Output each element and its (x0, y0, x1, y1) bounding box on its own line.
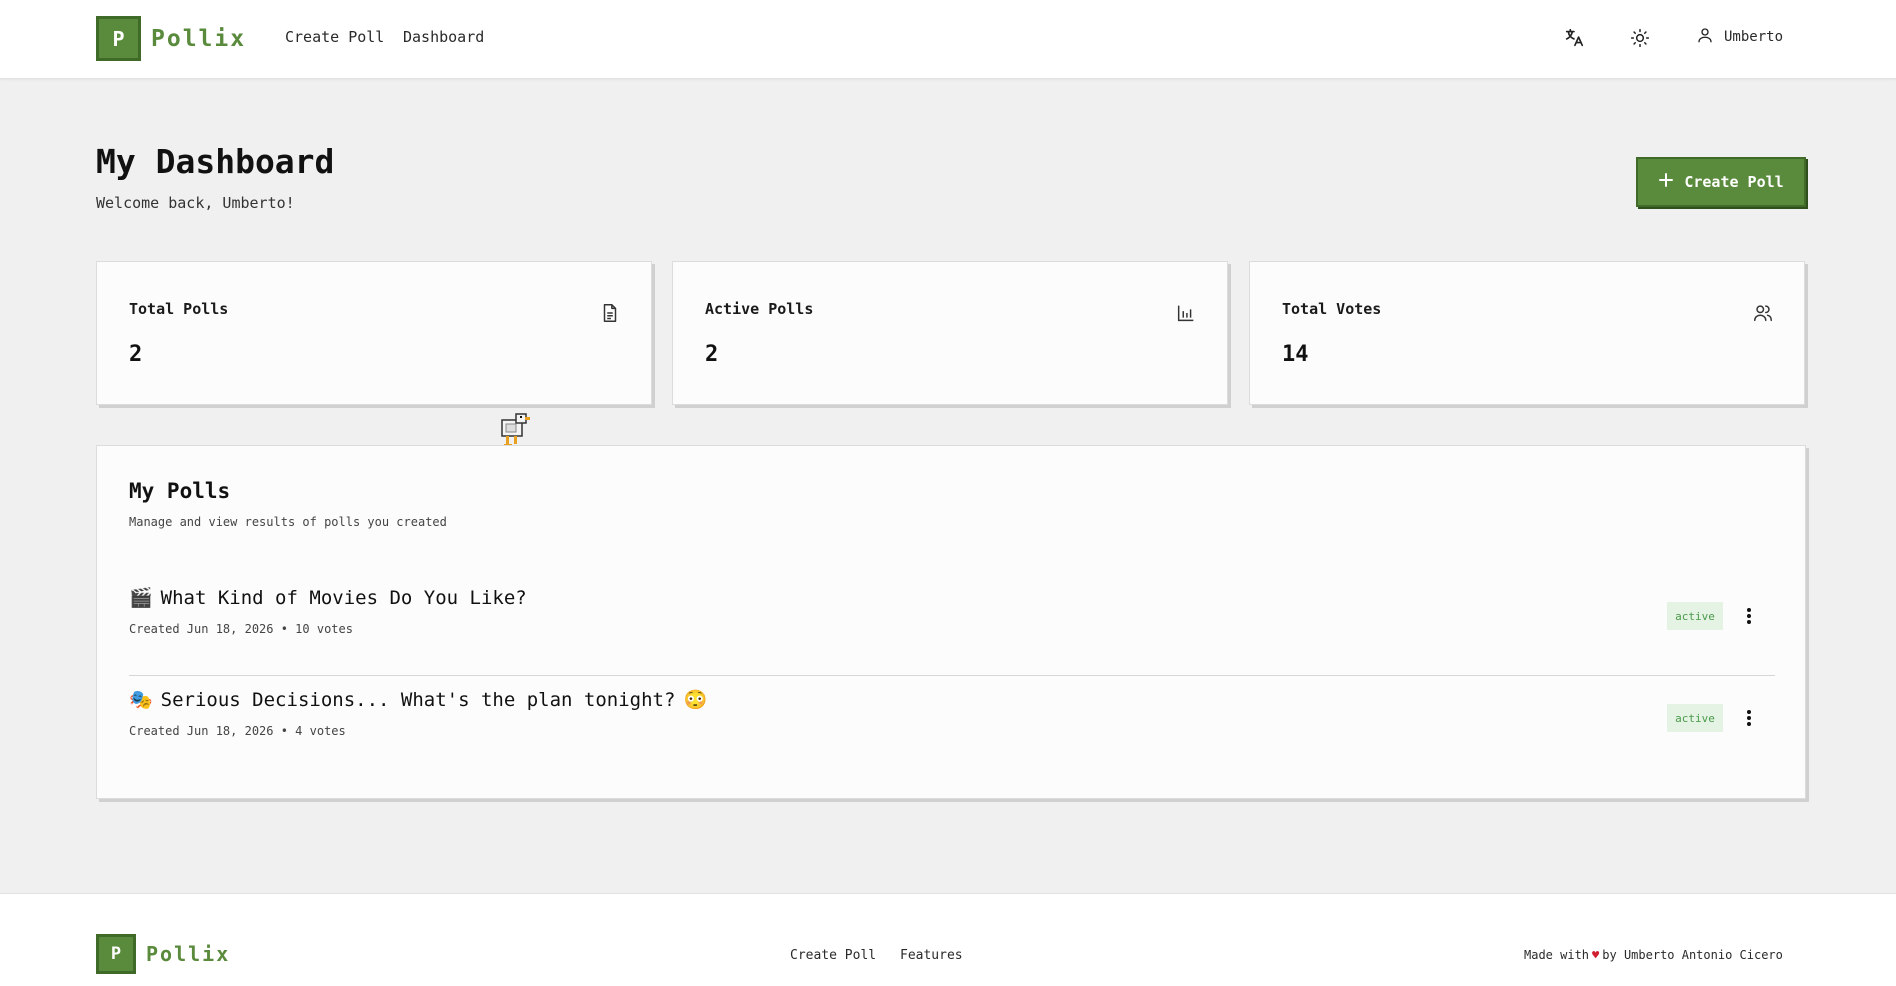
poll-meta: Created Jun 18, 2026 • 4 votes (129, 724, 346, 738)
users-icon (1752, 302, 1774, 324)
plus-icon (1658, 172, 1674, 192)
stat-label: Active Polls (705, 300, 814, 318)
create-poll-label: Create Poll (1684, 173, 1784, 191)
poll-title-text: What Kind of Movies Do You Like? (160, 586, 527, 609)
footer-link-features[interactable]: Features (900, 948, 963, 963)
poll-meta: Created Jun 18, 2026 • 10 votes (129, 622, 353, 636)
stat-value: 2 (705, 342, 719, 367)
top-header: P Pollix Create Poll Dashboard Umberto (0, 0, 1896, 79)
heart-icon: ♥ (1592, 948, 1600, 962)
stat-value: 2 (129, 342, 143, 367)
theater-masks-emoji-icon: 🎭 (129, 689, 153, 711)
stat-value: 14 (1282, 342, 1309, 367)
more-options-icon[interactable] (1735, 602, 1763, 630)
logo-mark: P (96, 934, 136, 974)
stat-label: Total Votes (1282, 300, 1382, 318)
poll-title-text: Serious Decisions... What's the plan ton… (160, 688, 676, 711)
poll-title: 🎬 What Kind of Movies Do You Like? (129, 586, 527, 610)
poll-title: 🎭 Serious Decisions... What's the plan t… (129, 688, 708, 712)
footer-link-create-poll[interactable]: Create Poll (790, 948, 876, 963)
made-with-prefix: Made with (1524, 948, 1590, 962)
stat-card-total-polls: Total Polls 2 (96, 261, 652, 405)
my-polls-panel: My Polls Manage and view results of poll… (96, 445, 1806, 799)
stat-card-active-polls: Active Polls 2 (672, 261, 1228, 405)
logo-text: Pollix (151, 25, 247, 52)
panel-title: My Polls (129, 479, 231, 503)
more-options-icon[interactable] (1735, 704, 1763, 732)
poll-item[interactable]: 🎭 Serious Decisions... What's the plan t… (129, 688, 1775, 778)
page-title: My Dashboard (96, 142, 335, 181)
page-footer: P Pollix Create Poll Features Made with … (0, 893, 1896, 986)
made-with-credit: Made with ♥ by Umberto Antonio Cicero (1524, 948, 1783, 962)
page-subtitle: Welcome back, Umberto! (96, 194, 295, 212)
nav-dashboard[interactable]: Dashboard (403, 28, 484, 46)
clapperboard-emoji-icon: 🎬 (129, 587, 153, 609)
brand-logo[interactable]: P Pollix (96, 16, 246, 61)
bar-chart-icon (1175, 302, 1197, 324)
stat-card-total-votes: Total Votes 14 (1249, 261, 1805, 405)
user-icon (1696, 26, 1714, 48)
flushed-face-emoji-icon: 😳 (683, 689, 708, 711)
panel-subtitle: Manage and view results of polls you cre… (129, 515, 447, 529)
status-badge: active (1667, 704, 1723, 732)
user-menu-button[interactable]: Umberto (1696, 26, 1783, 48)
logo-mark: P (96, 16, 141, 61)
made-with-suffix: by Umberto Antonio Cicero (1602, 948, 1783, 962)
footer-logo[interactable]: P Pollix (96, 934, 230, 974)
username-label: Umberto (1724, 29, 1784, 45)
create-poll-button[interactable]: Create Poll (1636, 157, 1806, 207)
document-icon (599, 302, 621, 324)
sun-icon[interactable] (1628, 26, 1652, 50)
logo-text: Pollix (146, 942, 231, 966)
nav-create-poll[interactable]: Create Poll (285, 28, 384, 46)
stat-label: Total Polls (129, 300, 229, 318)
poll-item[interactable]: 🎬 What Kind of Movies Do You Like? Creat… (129, 586, 1775, 676)
translate-icon[interactable] (1562, 26, 1586, 50)
duck-mascot-image (496, 410, 532, 450)
status-badge: active (1667, 602, 1723, 630)
